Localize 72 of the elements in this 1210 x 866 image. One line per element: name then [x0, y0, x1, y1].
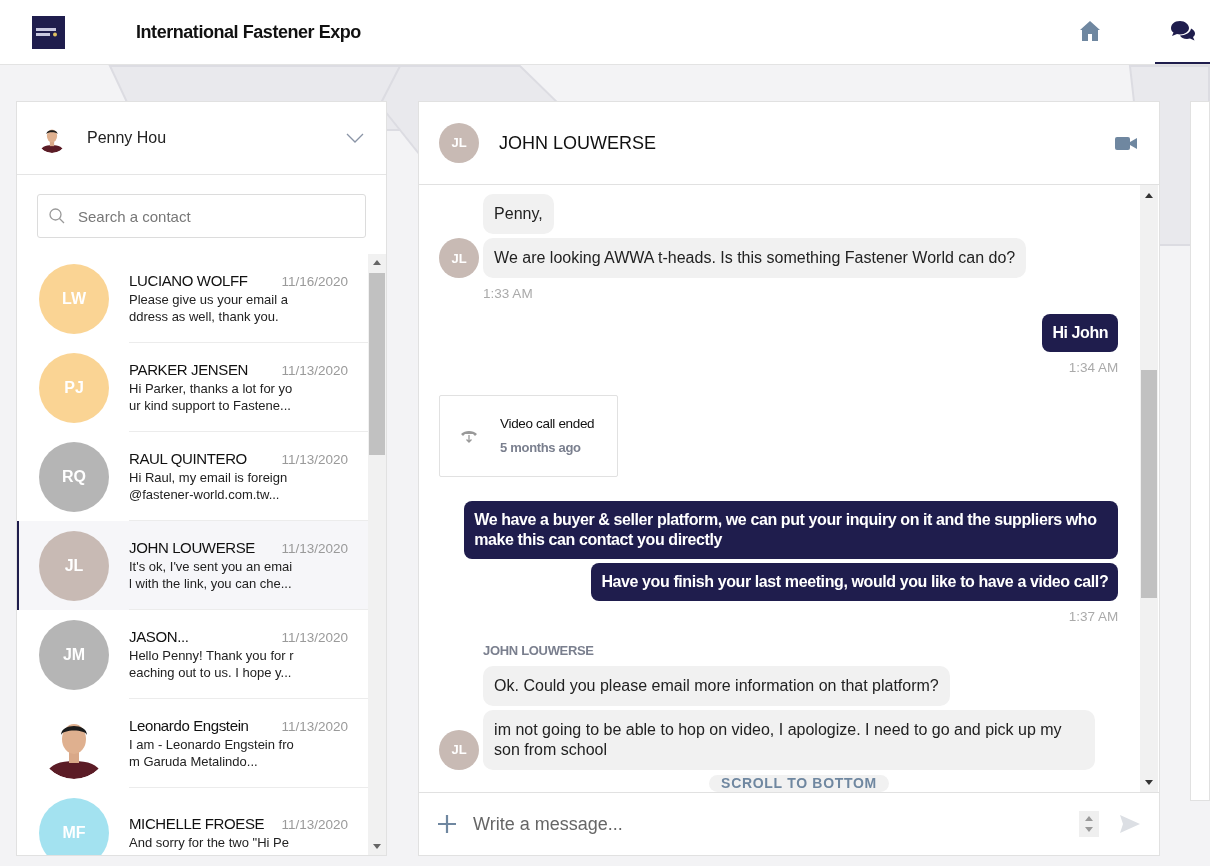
message-preview: Hi Parker, thanks a lot for your kind support to Fastene...: [129, 380, 294, 414]
message-preview: It's ok, I've sent you an email with the link, you can che...: [129, 558, 294, 592]
message-bubble: im not going to be able to hop on video, I apologize. I need to go and pick up my son from school: [483, 710, 1096, 770]
avatar: PJ: [39, 352, 109, 423]
call-time: 5 months ago: [500, 439, 582, 458]
contact-name: LUCIANO WOLFF: [129, 271, 248, 290]
timestamp: 1:33 AM: [483, 285, 533, 304]
avatar: JL: [39, 530, 109, 601]
avatar: JM: [39, 619, 109, 690]
spinner-arrows-icon[interactable]: [1079, 811, 1100, 837]
message-bubble: We have a buyer & seller platform, we can put your inquiry on it and the suppliers who make this can contact you directly: [464, 500, 1119, 559]
scroll-down-arrow-icon[interactable]: [373, 844, 382, 849]
timestamp: 1:34 AM: [1068, 358, 1119, 377]
contact-name: JOHN LOUWERSE: [129, 538, 255, 557]
plus-icon[interactable]: [437, 814, 458, 834]
message-bubble: Penny,: [483, 194, 554, 235]
message-bubble: Have you finish your last meeting, would you like to have a video call?: [591, 562, 1119, 601]
message-preview: Hi Raul, my email is foreign @fastener-world.com.tw...: [129, 469, 289, 503]
scroll-up-arrow-icon[interactable]: [373, 260, 382, 265]
contact-date: 11/13/2020: [281, 815, 349, 834]
contact-name: MICHELLE FROESE: [129, 813, 265, 833]
scrollbar-thumb[interactable]: [369, 273, 386, 455]
user-name: Penny Hou: [87, 128, 167, 148]
message-bubble: Hi John: [1042, 313, 1119, 352]
scrollbar[interactable]: [368, 254, 387, 855]
avatar: JL: [439, 238, 480, 279]
scroll-down-arrow-icon[interactable]: [1145, 780, 1154, 785]
message-bubble: Ok. Could you please email more information on that platform?: [483, 666, 950, 706]
chevron-down-icon[interactable]: [346, 133, 365, 143]
app-title: International Fastener Expo: [136, 20, 361, 44]
message-bubble: We are looking AWWA t-heads. Is this something Fastener World can do?: [483, 238, 1027, 279]
search-icon: [49, 208, 65, 224]
contact-item[interactable]: Leonardo Engstein 11/13/2020 I am - Leonardo Engstein from Garuda Metalindo...: [17, 699, 369, 788]
contact-date: 11/16/2020: [281, 273, 349, 291]
search-field[interactable]: Search a contact: [37, 194, 367, 238]
contact-item[interactable]: PJ PARKER JENSEN 11/13/2020 Hi Parker, thanks a lot for your kind support to Fastene...: [17, 343, 369, 432]
message-preview: And sorry for the two "Hi Pe: [129, 833, 290, 851]
avatar: JL: [439, 730, 480, 770]
avatar: RQ: [39, 441, 109, 512]
scrollbar-thumb[interactable]: [1141, 370, 1158, 598]
contact-item[interactable]: MF MICHELLE FROESE 11/13/2020 And sorry for the two "Hi Pe: [17, 788, 369, 855]
contact-name: Leonardo Engstein: [129, 716, 249, 735]
chat-bubbles-icon: [1169, 19, 1196, 43]
avatar: MF: [39, 797, 109, 855]
scrollbar[interactable]: [1140, 185, 1159, 792]
contact-item[interactable]: RQ RAUL QUINTERO 11/13/2020 Hi Raul, my email is foreign @fastener-world.com.tw...: [17, 432, 369, 521]
scroll-up-arrow-icon[interactable]: [1145, 193, 1154, 198]
contact-item[interactable]: LW LUCIANO WOLFF 11/16/2020 Please give us your email address as well, thank you.: [17, 254, 369, 343]
message-preview: Please give us your email address as well, thank you.: [129, 291, 289, 325]
video-camera-icon[interactable]: [1115, 136, 1138, 150]
contact-item[interactable]: JM JASON... 11/13/2020 Hello Penny! Thank you for reaching out to us. I hope y...: [17, 610, 369, 699]
message-input[interactable]: Write a message...: [473, 804, 1072, 844]
call-status: Video call ended: [500, 414, 595, 433]
contact-name: JOHN LOUWERSE: [499, 131, 657, 155]
phone-hangup-icon: [460, 428, 479, 443]
contact-name: PARKER JENSEN: [129, 360, 249, 379]
sender-name: JOHN LOUWERSE: [483, 643, 594, 658]
contact-name: RAUL QUINTERO: [129, 449, 247, 468]
contact-date: 11/13/2020: [281, 629, 349, 647]
home-icon: [1078, 20, 1101, 42]
contact-item[interactable]: JL JOHN LOUWERSE 11/13/2020 It's ok, I've sent you an email with the link, you can che...: [17, 521, 369, 610]
avatar: JL: [439, 123, 480, 163]
contact-name: JASON...: [129, 627, 189, 646]
logo: [32, 15, 65, 49]
contact-date: 11/13/2020: [281, 718, 349, 736]
contact-date: 11/13/2020: [281, 540, 349, 558]
avatar: LW: [39, 263, 109, 334]
timestamp: 1:37 AM: [1068, 607, 1119, 626]
contact-date: 11/13/2020: [281, 362, 349, 380]
contact-date: 11/13/2020: [281, 451, 349, 469]
message-preview: Hello Penny! Thank you for reaching out to us. I hope y...: [129, 647, 295, 681]
message-preview: I am - Leonardo Engstein from Garuda Metalindo...: [129, 736, 295, 770]
